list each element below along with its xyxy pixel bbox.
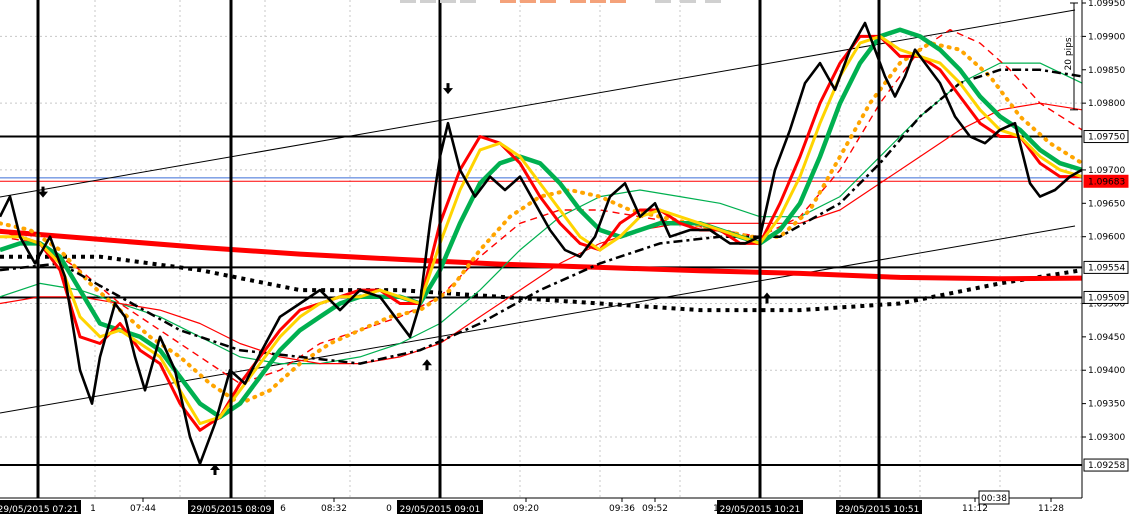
level-price-label: 1.09509 (1088, 293, 1125, 303)
level-price-label: 1.09683 (1088, 177, 1125, 187)
time-tick-label: 09:36 (609, 504, 635, 514)
level-price-label: 1.09258 (1088, 461, 1125, 471)
price-tick-label: 1.09850 (1088, 66, 1125, 76)
crosshair-time-label: 29/05/2015 10:21 (720, 505, 801, 515)
time-tick-label-partial: 1 (90, 504, 96, 514)
toolbar-stub (400, 0, 416, 3)
time-tick-label-partial: 6 (280, 504, 286, 514)
level-price-label: 1.09750 (1088, 133, 1125, 143)
toolbar-stub (460, 0, 476, 3)
toolbar-stub (590, 0, 606, 3)
price-tick-label: 1.09400 (1088, 366, 1125, 376)
price-tick-label: 1.09900 (1088, 32, 1125, 42)
time-tick-label-partial: 0 (386, 504, 392, 514)
price-tick-label: 1.09600 (1088, 233, 1125, 243)
toolbar-stub (655, 0, 671, 3)
toolbar-stub (440, 0, 456, 3)
timer-badge-label: 00:38 (981, 494, 1007, 504)
price-tick-label: 1.09950 (1088, 0, 1125, 9)
toolbar-stub (680, 0, 696, 3)
level-price-label: 1.09554 (1088, 263, 1125, 273)
price-tick-label: 1.09350 (1088, 400, 1125, 410)
price-tick-label: 1.09650 (1088, 199, 1125, 209)
toolbar-stub (705, 0, 721, 3)
price-tick-label: 1.09300 (1088, 433, 1125, 443)
crosshair-time-label: 29/05/2015 07:21 (0, 505, 78, 515)
time-tick-label: 09:52 (642, 504, 668, 514)
toolbar-stub (420, 0, 436, 3)
price-tick-label: 1.09700 (1088, 166, 1125, 176)
pips-annotation: 20 pips (1064, 37, 1074, 70)
price-tick-label: 1.09800 (1088, 99, 1125, 109)
time-tick-label: 08:32 (321, 504, 347, 514)
time-tick-label: 09:20 (513, 504, 539, 514)
time-tick-label: 07:44 (130, 504, 156, 514)
toolbar-stub (520, 0, 536, 3)
toolbar-stub (500, 0, 516, 3)
chart-background (0, 0, 1129, 519)
crosshair-time-label: 29/05/2015 09:01 (400, 505, 481, 515)
price-tick-label: 1.09450 (1088, 333, 1125, 343)
toolbar-stub (540, 0, 556, 3)
toolbar-stub (570, 0, 586, 3)
crosshair-time-label: 29/05/2015 10:51 (839, 505, 920, 515)
price-chart: 1.099501.099001.098501.098001.097001.096… (0, 0, 1129, 519)
toolbar-stub (610, 0, 626, 3)
time-tick-label: 11:12 (962, 504, 988, 514)
time-tick-label: 11:28 (1038, 504, 1064, 514)
crosshair-time-label: 29/05/2015 08:09 (191, 505, 272, 515)
